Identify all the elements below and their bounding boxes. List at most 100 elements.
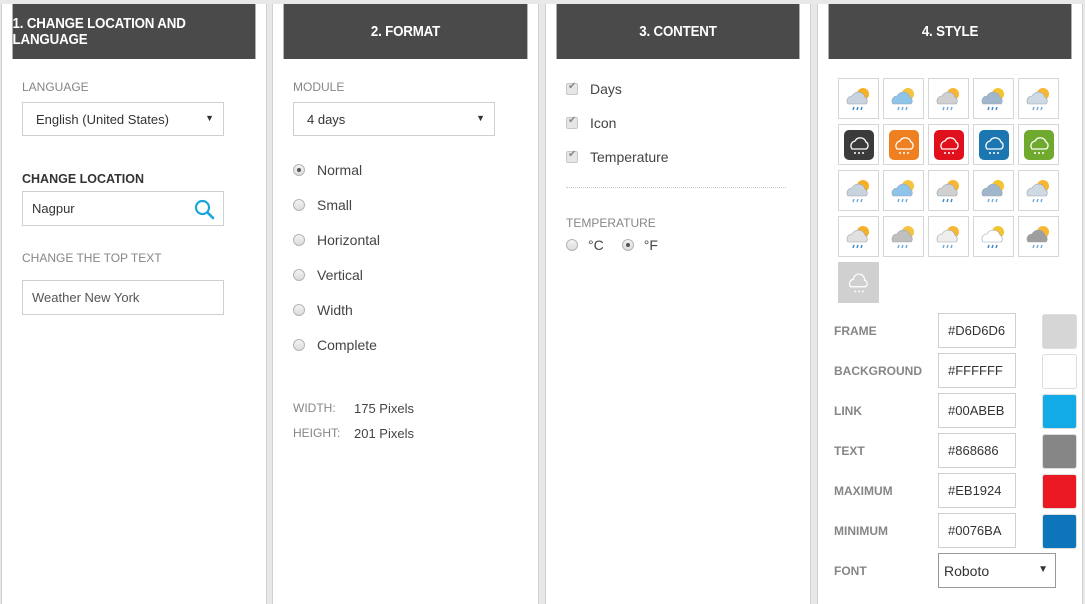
pale-sun-snow-icon [846, 225, 869, 248]
color-hex-input[interactable]: #00ABEB [938, 393, 1016, 428]
color-hex-input[interactable]: #868686 [938, 433, 1016, 468]
icon-set-option[interactable] [973, 216, 1014, 257]
bright-sun-cloud-icon [1026, 179, 1049, 202]
panel-style: 4. STYLE FRAME #D6D6D6 BACKGROUND #FFFFF… [817, 4, 1083, 604]
layout-option-label: Complete [317, 337, 377, 353]
content-option[interactable]: Temperature [566, 149, 669, 165]
fahrenheit-label: °F [643, 237, 658, 253]
layout-option-label: Vertical [317, 267, 363, 283]
search-icon[interactable] [194, 199, 215, 220]
color-hex-value: #D6D6D6 [948, 323, 1006, 338]
checkbox[interactable] [566, 115, 578, 129]
content-option-label: Days [590, 81, 622, 97]
color-label: FRAME [834, 324, 877, 338]
top-text-value: Weather New York [32, 290, 140, 305]
icon-set-option[interactable] [883, 78, 924, 119]
font-select[interactable]: Roboto ▼ [938, 553, 1056, 588]
icon-set-grid [838, 78, 1059, 303]
icon-set-option[interactable] [838, 124, 879, 165]
temperature-label: TEMPERATURE [566, 216, 656, 230]
icon-set-option[interactable] [928, 124, 969, 165]
color-label: LINK [834, 404, 862, 418]
layout-option[interactable]: Small [293, 197, 352, 213]
layout-radio[interactable] [293, 304, 305, 316]
fahrenheit-radio[interactable] [621, 239, 634, 251]
icon-set-option[interactable] [838, 78, 879, 119]
layout-radio[interactable] [293, 164, 305, 176]
color-hex-input[interactable]: #D6D6D6 [938, 313, 1016, 348]
color-swatch[interactable] [1042, 314, 1077, 349]
icon-set-option[interactable] [1018, 124, 1059, 165]
module-select[interactable]: 4 days ▼ [293, 102, 495, 136]
icon-set-option[interactable] [973, 124, 1014, 165]
icon-set-option[interactable] [838, 216, 879, 257]
icon-set-option[interactable] [883, 216, 924, 257]
green-square-rain-icon [1023, 129, 1054, 160]
color-swatch[interactable] [1042, 514, 1077, 549]
color-hex-value: #00ABEB [948, 403, 1005, 418]
blue-cloud-drops-icon [891, 179, 914, 202]
color-hex-input[interactable]: #FFFFFF [938, 353, 1016, 388]
color-swatch[interactable] [1042, 474, 1077, 509]
layout-option[interactable]: Width [293, 302, 353, 318]
module-value: 4 days [307, 111, 346, 127]
layout-radio[interactable] [293, 199, 305, 211]
checkbox[interactable] [566, 81, 578, 95]
icon-set-option[interactable] [838, 170, 879, 211]
panel-header: 4. STYLE [828, 4, 1072, 59]
white-cloud-sun-rain-icon [936, 225, 959, 248]
icon-set-option[interactable] [928, 216, 969, 257]
icon-set-option[interactable] [973, 78, 1014, 119]
layout-option[interactable]: Complete [293, 337, 377, 353]
color-label: TEXT [834, 444, 865, 458]
icon-set-option[interactable] [1018, 216, 1059, 257]
content-option[interactable]: Icon [566, 115, 616, 131]
panel-location-language: 1. CHANGE LOCATION AND LANGUAGE LANGUAGE… [1, 4, 267, 604]
panel-header: 1. CHANGE LOCATION AND LANGUAGE [12, 4, 256, 59]
color-hex-input[interactable]: #EB1924 [938, 473, 1016, 508]
top-text-input[interactable]: Weather New York [22, 280, 224, 315]
color-hex-value: #868686 [948, 443, 999, 458]
color-row-minimum: MINIMUM #0076BA [834, 513, 1079, 549]
icon-set-option[interactable] [928, 78, 969, 119]
layout-option[interactable]: Horizontal [293, 232, 380, 248]
content-option[interactable]: Days [566, 81, 622, 97]
icon-set-option[interactable] [973, 170, 1014, 211]
icon-set-option[interactable] [883, 170, 924, 211]
storm-sun-icon [846, 87, 869, 110]
layout-radio[interactable] [293, 339, 305, 351]
color-swatch[interactable] [1042, 434, 1077, 469]
color-swatch[interactable] [1042, 394, 1077, 429]
icon-set-option[interactable] [838, 262, 879, 303]
color-row-background: BACKGROUND #FFFFFF [834, 353, 1079, 389]
location-input[interactable]: Nagpur [22, 191, 224, 226]
panel-header: 2. FORMAT [283, 4, 528, 59]
color-label: MINIMUM [834, 524, 888, 538]
icon-set-option[interactable] [883, 124, 924, 165]
panel-title: 4. STYLE [921, 23, 979, 40]
layout-option[interactable]: Normal [293, 162, 362, 178]
icon-set-option[interactable] [1018, 78, 1059, 119]
grey-square-rain-icon [848, 272, 868, 292]
color-swatch[interactable] [1042, 354, 1077, 389]
color-hex-value: #0076BA [948, 523, 1002, 538]
icon-set-option[interactable] [928, 170, 969, 211]
chevron-down-icon: ▼ [205, 113, 214, 123]
panel-title: 2. FORMAT [370, 23, 441, 40]
chevron-down-icon: ▼ [1038, 564, 1048, 575]
language-select[interactable]: English (United States) ▼ [22, 102, 224, 136]
layout-radio[interactable] [293, 269, 305, 281]
color-hex-value: #FFFFFF [948, 363, 1003, 378]
height-row: HEIGHT: 201 Pixels [293, 426, 414, 441]
layout-option-label: Small [317, 197, 353, 213]
layout-radio[interactable] [293, 234, 305, 246]
blue-storm-cloud-icon [981, 179, 1004, 202]
celsius-radio[interactable] [566, 239, 578, 251]
checkbox[interactable] [566, 149, 578, 163]
layout-option[interactable]: Vertical [293, 267, 363, 283]
chevron-down-icon: ▼ [476, 113, 485, 123]
icon-set-option[interactable] [1018, 170, 1059, 211]
color-hex-input[interactable]: #0076BA [938, 513, 1016, 548]
location-value: Nagpur [32, 201, 75, 216]
height-value: 201 Pixels [354, 426, 414, 441]
